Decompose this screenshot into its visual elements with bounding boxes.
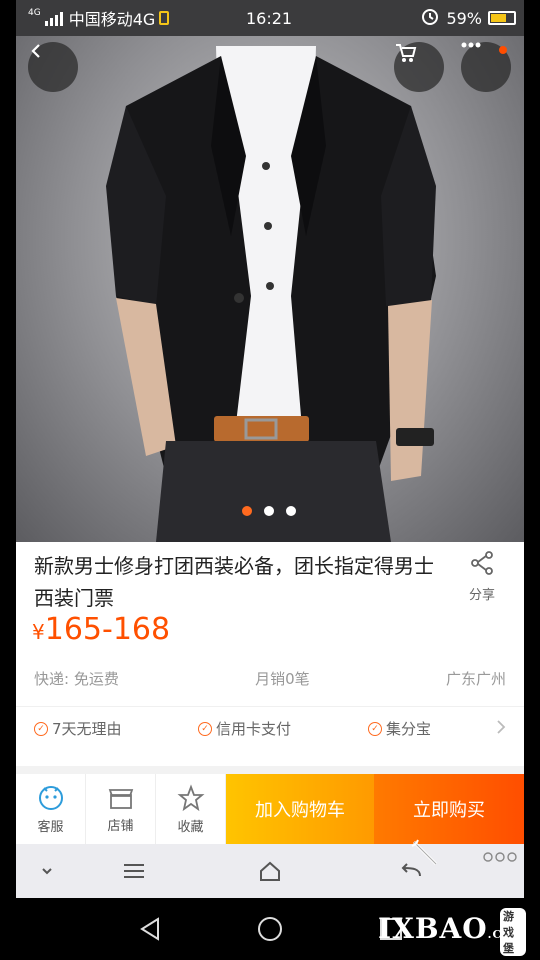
share-label: 分享 [468,588,495,603]
check-icon: ✓ [34,721,48,736]
service-label: 信用卡支付 [216,720,292,738]
product-title: 新款男士修身打团西装必备，团长指定得男士西装门票 [34,554,434,610]
chevron-right-icon [496,719,506,739]
network-badge: 4G [28,8,41,18]
product-info: 新款男士修身打团西装必备，团长指定得男士西装门票 分享 ¥165-168 快递:… [16,542,524,774]
nav-back-icon[interactable] [138,916,162,946]
menu-icon[interactable] [122,860,146,886]
action-bar: 客服 店铺 收藏 加入购物车 立即购买 [16,774,524,844]
ship-location: 广东广州 [445,670,506,688]
notification-dot [499,46,507,54]
service-item: ✓ 7天无理由 [34,718,198,739]
service-item: ✓ 信用卡支付 [198,718,368,739]
check-icon: ✓ [198,721,212,736]
price-value: 165-168 [44,612,171,647]
monthly-sales: 月销0笔 [255,670,310,688]
currency-symbol: ¥ [32,620,45,644]
share-icon [471,551,493,575]
buy-now-button[interactable]: 立即购买 [374,774,524,844]
service-label: 7天无理由 [52,720,122,738]
watermark-brand: IXBAO [378,912,488,945]
status-bar: 4G 中国移动4G 16:21 59% [16,0,524,36]
favorite-button[interactable]: 收藏 [156,774,226,844]
home-icon[interactable] [258,860,282,886]
battery-level: 59% [446,8,482,28]
customer-service-button[interactable]: 客服 [16,774,86,844]
gallery-dot[interactable] [264,506,274,516]
shipping-info: 快递: 免运费 [34,670,119,688]
share-button[interactable]: 分享 [454,550,510,603]
status-time: 16:21 [246,8,293,28]
section-gap [16,766,524,774]
service-label: 客服 [37,819,64,835]
site-watermark: IXBAO.COM 游戏堡 [378,908,526,956]
more-button[interactable] [461,42,511,92]
product-photo [106,46,436,542]
alarm-icon [420,6,440,30]
overflow-dots-icon[interactable] [482,848,518,867]
service-label: 集分宝 [386,720,432,738]
product-price: ¥165-168 [32,612,170,647]
magic-wand-icon [408,836,442,874]
carrier-name: 中国移动4G [68,10,156,29]
gallery-indicator [242,506,296,516]
gallery-dot[interactable] [286,506,296,516]
more-icon [461,42,481,48]
back-button[interactable] [28,42,78,92]
star-icon [177,783,204,811]
meta-row: 快递: 免运费 月销0笔 广东广州 [34,668,506,689]
watermark-tag: 游戏堡 [500,908,526,956]
chat-icon [38,785,63,810]
signal-icon [44,10,65,26]
gallery-dot[interactable] [242,506,252,516]
store-label: 店铺 [107,818,134,834]
browser-toolbar [16,839,524,898]
store-icon [108,788,133,809]
cart-button[interactable] [394,42,444,92]
chevron-down-icon[interactable] [40,860,54,886]
service-item: ✓ 集分宝 [368,718,431,739]
back-icon [31,44,40,58]
nav-home-icon[interactable] [257,916,283,946]
check-icon: ✓ [368,721,382,736]
divider [16,706,524,707]
store-button[interactable]: 店铺 [86,774,156,844]
sim-icon [159,11,170,25]
battery-icon [488,11,516,25]
cart-icon [396,44,417,62]
services-row[interactable]: ✓ 7天无理由 ✓ 信用卡支付 ✓ 集分宝 [34,718,506,739]
favorite-label: 收藏 [177,819,204,835]
add-to-cart-button[interactable]: 加入购物车 [226,774,374,844]
product-image[interactable] [16,36,524,542]
